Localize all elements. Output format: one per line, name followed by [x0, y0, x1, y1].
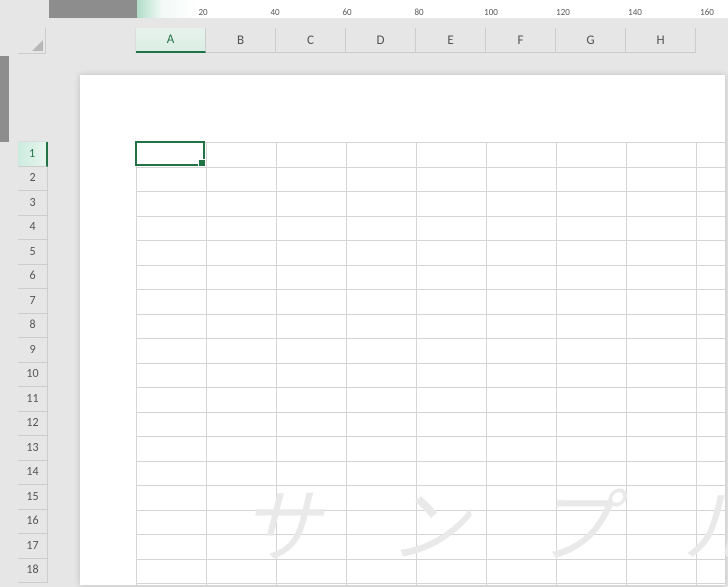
column-header-c[interactable]: C — [276, 28, 346, 53]
row-header-8[interactable]: 8 — [18, 314, 48, 339]
column-headers: A B C D E F G H — [49, 28, 728, 53]
select-all-button[interactable] — [18, 28, 46, 54]
row-header-6[interactable]: 6 — [18, 265, 48, 290]
ruler-horizontal-ticks: 20 40 60 80 100 120 140 160 — [49, 0, 728, 18]
ruler-label: 140 — [628, 7, 642, 18]
row-header-4[interactable]: 4 — [18, 216, 48, 241]
row-header-12[interactable]: 12 — [18, 412, 48, 437]
ruler-label: 120 — [556, 7, 570, 18]
row-header-5[interactable]: 5 — [18, 240, 48, 265]
row-header-15[interactable]: 15 — [18, 485, 48, 510]
row-header-18[interactable]: 18 — [18, 559, 48, 584]
worksheet-page[interactable]: サンプル — [80, 75, 725, 585]
column-header-d[interactable]: D — [346, 28, 416, 53]
row-header-2[interactable]: 2 — [18, 167, 48, 192]
column-header-a[interactable]: A — [136, 28, 206, 53]
ruler-label: 60 — [342, 7, 351, 18]
row-header-1[interactable]: 1 — [18, 142, 48, 167]
ruler-label: 80 — [414, 7, 423, 18]
row-header-11[interactable]: 11 — [18, 387, 48, 412]
column-header-h[interactable]: H — [626, 28, 696, 53]
row-header-14[interactable]: 14 — [18, 461, 48, 486]
row-header-10[interactable]: 10 — [18, 363, 48, 388]
ruler-label: 40 — [270, 7, 279, 18]
row-headers: 1 2 3 4 5 6 7 8 9 10 11 12 13 14 15 16 1… — [18, 56, 48, 587]
ruler-label: 20 — [198, 7, 207, 18]
ruler-horizontal: 20 40 60 80 100 120 140 160 — [49, 0, 728, 18]
ruler-label: 160 — [700, 7, 714, 18]
row-header-17[interactable]: 17 — [18, 534, 48, 559]
ruler-vertical — [0, 56, 9, 587]
column-header-f[interactable]: F — [486, 28, 556, 53]
row-header-16[interactable]: 16 — [18, 510, 48, 535]
row-header-13[interactable]: 13 — [18, 436, 48, 461]
cell-grid[interactable] — [136, 142, 725, 585]
row-header-3[interactable]: 3 — [18, 191, 48, 216]
active-cell-selection[interactable] — [135, 141, 205, 166]
ruler-label: 100 — [484, 7, 498, 18]
column-header-g[interactable]: G — [556, 28, 626, 53]
column-header-b[interactable]: B — [206, 28, 276, 53]
row-header-7[interactable]: 7 — [18, 289, 48, 314]
column-header-e[interactable]: E — [416, 28, 486, 53]
row-header-9[interactable]: 9 — [18, 338, 48, 363]
